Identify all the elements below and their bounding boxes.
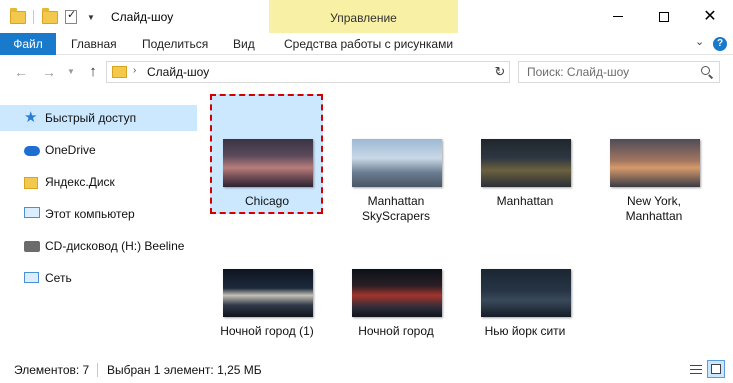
sidebar-item-label: CD-дисковод (H:) Beeline <box>45 239 185 253</box>
address-path[interactable]: Слайд-шоу <box>147 65 209 79</box>
address-row: ← → ▼ ↑ › Слайд-шоу ⌄ ↻ Поиск: Слайд-шоу <box>0 55 733 91</box>
title-bar: ▼ Слайд-шоу Управление ✕ <box>0 0 733 33</box>
tab-file[interactable]: Файл <box>0 33 56 55</box>
customize-quick-access-icon[interactable]: ▼ <box>87 8 95 26</box>
close-icon: ✕ <box>703 7 717 25</box>
file-name: New York, Manhattan <box>625 194 683 223</box>
up-arrow-icon[interactable]: ↑ <box>84 63 102 81</box>
file-name: Ночной город (1) <box>220 324 314 338</box>
file-item[interactable]: Chicago <box>213 97 321 217</box>
cd-drive-icon <box>24 241 40 252</box>
image-thumbnail <box>223 269 313 317</box>
recent-locations-icon[interactable]: ▼ <box>62 63 80 81</box>
ribbon-controls: ⌄ ? <box>673 33 733 55</box>
file-item[interactable]: Ночной город <box>342 227 450 347</box>
tab-view[interactable]: Вид <box>233 33 255 55</box>
large-icons-view-icon[interactable] <box>707 360 725 378</box>
selection-info: Выбран 1 элемент: 1,25 МБ <box>107 363 262 377</box>
ribbon-tabs: Файл Главная Поделиться Вид Средства раб… <box>0 33 733 55</box>
close-button[interactable]: ✕ <box>687 0 733 33</box>
cloud-icon <box>24 146 40 156</box>
address-bar[interactable]: › Слайд-шоу ⌄ <box>106 61 510 83</box>
image-thumbnail <box>352 269 442 317</box>
sidebar-item-cd-drive[interactable]: CD-дисковод (H:) Beeline <box>0 233 197 259</box>
file-item[interactable]: Нью йорк сити <box>471 227 579 347</box>
folder-icon <box>112 66 127 78</box>
network-icon <box>24 272 39 283</box>
item-count: Элементов: 7 <box>14 363 90 377</box>
divider <box>97 363 98 377</box>
file-item[interactable]: Manhattan SkyScrapers <box>342 97 450 227</box>
chevron-right-icon[interactable]: › <box>133 65 136 76</box>
file-name: Manhattan SkyScrapers <box>361 194 431 223</box>
sidebar-item-quick-access[interactable]: ★ Быстрый доступ <box>0 105 197 131</box>
star-icon: ★ <box>24 109 38 126</box>
sidebar-item-label: OneDrive <box>45 143 96 157</box>
maximize-button[interactable] <box>641 0 687 33</box>
search-icon <box>701 66 714 79</box>
sidebar-item-label: Быстрый доступ <box>45 111 137 125</box>
tab-share[interactable]: Поделиться <box>142 33 208 55</box>
refresh-icon[interactable]: ↻ <box>490 61 510 83</box>
file-name: Manhattan <box>496 194 554 208</box>
search-placeholder: Поиск: Слайд-шоу <box>527 65 630 79</box>
tab-picture-tools[interactable]: Средства работы с рисунками <box>284 33 453 55</box>
sidebar-item-label: Сеть <box>45 271 72 285</box>
file-item[interactable]: Manhattan <box>471 97 579 217</box>
sidebar-item-label: Этот компьютер <box>45 207 135 221</box>
file-name: Chicago <box>244 194 290 208</box>
tab-manage-label: Управление <box>330 11 397 25</box>
file-item[interactable]: New York, Manhattan <box>600 97 708 227</box>
navigation-pane: ★ Быстрый доступ OneDrive Яндекс.Диск Эт… <box>0 91 203 356</box>
image-thumbnail <box>610 139 700 187</box>
divider <box>33 10 34 24</box>
help-icon[interactable]: ? <box>713 37 727 51</box>
details-view-icon[interactable] <box>686 360 704 378</box>
window-title: Слайд-шоу <box>111 10 174 24</box>
sidebar-item-yandex-disk[interactable]: Яндекс.Диск <box>0 169 197 195</box>
file-name: Ночной город <box>358 324 434 338</box>
image-thumbnail <box>481 139 571 187</box>
back-arrow-icon[interactable]: ← <box>12 63 30 81</box>
image-thumbnail <box>481 269 571 317</box>
sidebar-item-network[interactable]: Сеть <box>0 265 197 291</box>
maximize-icon <box>659 11 669 22</box>
search-input[interactable]: Поиск: Слайд-шоу <box>518 61 720 83</box>
file-view: Chicago Manhattan SkyScrapers Manhattan … <box>203 91 733 356</box>
folder-icon <box>10 7 26 26</box>
sidebar-item-label: Яндекс.Диск <box>45 175 115 189</box>
new-folder-icon[interactable] <box>42 7 58 26</box>
computer-icon <box>24 207 40 218</box>
status-bar: Элементов: 7 Выбран 1 элемент: 1,25 МБ <box>0 356 733 383</box>
image-thumbnail <box>223 139 313 187</box>
file-name: Нью йорк сити <box>484 324 566 338</box>
tab-manage[interactable]: Управление <box>269 0 458 33</box>
properties-icon[interactable] <box>65 8 77 26</box>
image-thumbnail <box>352 139 442 187</box>
forward-arrow-icon[interactable]: → <box>40 63 58 81</box>
minimize-icon <box>613 16 623 17</box>
sidebar-item-onedrive[interactable]: OneDrive <box>0 137 197 163</box>
yandex-disk-icon <box>24 177 38 189</box>
expand-ribbon-icon[interactable]: ⌄ <box>695 35 704 48</box>
file-item[interactable]: Ночной город (1) <box>213 227 321 355</box>
tab-home[interactable]: Главная <box>71 33 117 55</box>
sidebar-item-this-pc[interactable]: Этот компьютер <box>0 201 197 227</box>
minimize-button[interactable] <box>595 0 641 33</box>
